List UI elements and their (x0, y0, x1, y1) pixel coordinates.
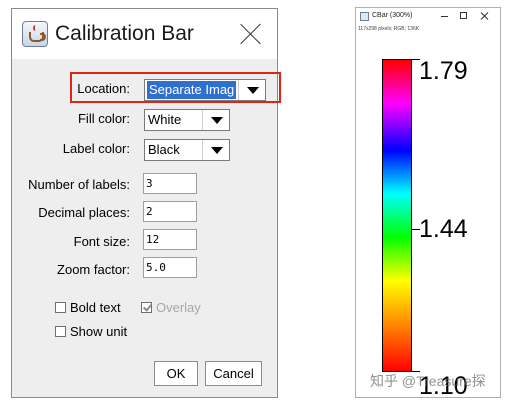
decimal-places-label: Decimal places: (38, 205, 130, 220)
fill-color-select[interactable]: White (144, 109, 230, 131)
ok-button[interactable]: OK (154, 361, 198, 386)
overlay-label: Overlay (156, 300, 201, 315)
calibration-bar-dialog: Calibration Bar Location: Separate Imag … (11, 8, 281, 398)
label-max: 1.79 (419, 57, 468, 85)
close-icon[interactable] (478, 10, 492, 22)
cbar-title: CBar (300%) (372, 12, 413, 19)
cbar-image-canvas[interactable]: 1.79 1.44 1.10 (359, 34, 499, 400)
decimal-places-input[interactable]: 2 (143, 201, 197, 222)
calibration-gradient-bar (382, 59, 412, 372)
maximize-icon[interactable] (457, 10, 471, 22)
cancel-button[interactable]: Cancel (205, 361, 262, 386)
minimize-icon[interactable] (438, 10, 452, 22)
dialog-titlebar: Calibration Bar (12, 9, 277, 59)
cbar-titlebar: CBar (300%) (356, 8, 500, 25)
chevron-down-icon[interactable] (202, 140, 229, 160)
label-color-value: Black (148, 142, 180, 157)
zoom-factor-label: Zoom factor: (57, 262, 130, 277)
location-value: Separate Imag (147, 81, 237, 99)
imagej-icon (360, 12, 369, 21)
overlay-checkbox (141, 302, 152, 313)
watermark-text: 知乎 @Treasure探 (370, 373, 486, 389)
label-color-select[interactable]: Black (144, 139, 230, 161)
imagej-coffee-cup-icon (22, 21, 48, 47)
label-color-label: Label color: (62, 141, 130, 156)
label-mid: 1.44 (419, 215, 468, 243)
cbar-window: CBar (300%) 117x298 pixels; RGB; 136K 1.… (355, 7, 501, 400)
image-info-text: 117x298 pixels; RGB; 136K (358, 26, 420, 32)
chevron-down-icon[interactable] (238, 80, 265, 100)
show-unit-label: Show unit (70, 324, 128, 339)
dialog-title: Calibration Bar (55, 22, 194, 45)
number-of-labels-label: Number of labels: (28, 177, 130, 192)
zoom-factor-input[interactable]: 5.0 (143, 257, 197, 278)
number-of-labels-input[interactable]: 3 (143, 173, 197, 194)
show-unit-checkbox[interactable] (55, 326, 66, 337)
font-size-input[interactable]: 12 (143, 229, 197, 250)
bold-text-label: Bold text (70, 300, 121, 315)
chevron-down-icon[interactable] (202, 110, 229, 130)
close-icon[interactable] (238, 21, 264, 47)
font-size-label: Font size: (73, 234, 130, 249)
location-select[interactable]: Separate Imag (144, 79, 266, 101)
fill-color-label: Fill color: (77, 111, 130, 126)
location-label: Location: (77, 81, 130, 96)
fill-color-value: White (148, 112, 182, 127)
bold-text-checkbox[interactable] (55, 302, 66, 313)
